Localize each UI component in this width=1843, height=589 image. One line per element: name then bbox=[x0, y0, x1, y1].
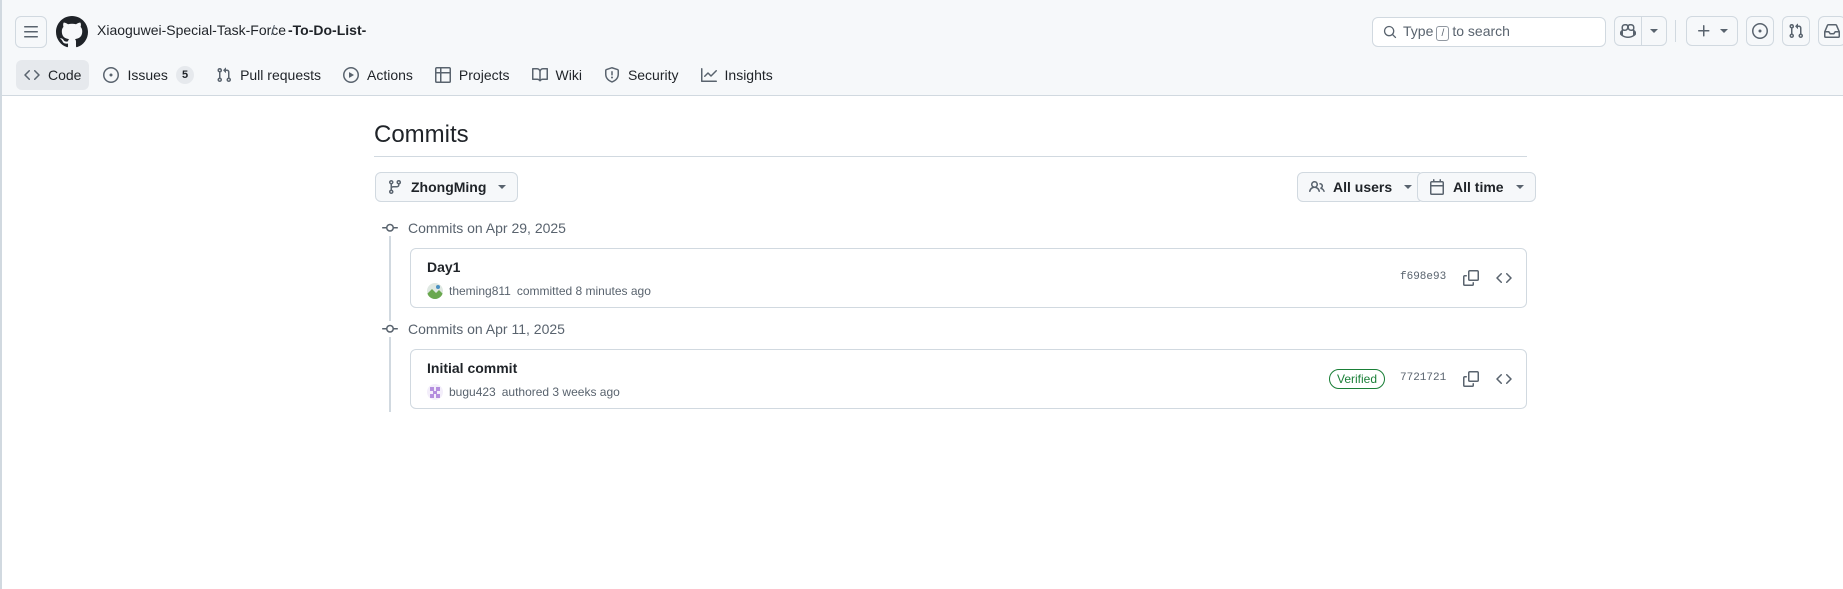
git-pull-request-icon bbox=[217, 67, 232, 83]
breadcrumb-repo[interactable]: -To-Do-List- bbox=[288, 22, 366, 38]
copilot-icon bbox=[1620, 23, 1637, 39]
tab-pull-requests[interactable]: Pull requests bbox=[208, 60, 329, 90]
commit-group-header: Commits on Apr 11, 2025 bbox=[382, 320, 565, 338]
window-edge bbox=[0, 0, 2, 589]
tab-projects[interactable]: Projects bbox=[427, 60, 518, 90]
verified-badge[interactable]: Verified bbox=[1329, 369, 1386, 389]
commit-time: committed 8 minutes ago bbox=[516, 284, 651, 298]
commit-author[interactable]: theming811 bbox=[449, 284, 511, 298]
chevron-down-icon bbox=[1650, 29, 1659, 33]
users-filter-label: All users bbox=[1333, 179, 1393, 195]
calendar-icon bbox=[1430, 179, 1444, 195]
chevron-down-icon bbox=[1720, 29, 1728, 33]
tab-security[interactable]: Security bbox=[596, 60, 687, 90]
copy-sha-button[interactable] bbox=[1457, 264, 1485, 292]
slash-key-hint: / bbox=[1436, 26, 1450, 41]
copilot-dropdown[interactable] bbox=[1642, 29, 1666, 33]
pull-requests-button[interactable] bbox=[1782, 16, 1810, 46]
github-logo-icon[interactable] bbox=[56, 16, 88, 48]
avatar[interactable] bbox=[427, 384, 443, 400]
graph-icon bbox=[700, 68, 717, 82]
search-placeholder: Type / to search bbox=[1403, 23, 1510, 41]
chevron-down-icon bbox=[498, 185, 507, 189]
commit-row: Day1 theming811 committed 8 minutes ago … bbox=[410, 248, 1527, 308]
browse-files-button[interactable] bbox=[1490, 365, 1518, 393]
inbox-button[interactable] bbox=[1818, 16, 1843, 46]
search-icon bbox=[1383, 25, 1397, 39]
issues-button[interactable] bbox=[1746, 16, 1774, 46]
page-title: Commits bbox=[374, 121, 469, 148]
create-new-button[interactable] bbox=[1686, 16, 1738, 46]
issues-count-badge: 5 bbox=[175, 66, 195, 84]
copy-icon bbox=[1463, 270, 1479, 286]
play-icon bbox=[343, 67, 359, 83]
commit-sha-link[interactable]: f698e93 bbox=[1400, 271, 1446, 283]
header-divider bbox=[1675, 20, 1676, 42]
branch-name: ZhongMing bbox=[411, 179, 487, 195]
avatar[interactable] bbox=[427, 283, 443, 299]
breadcrumb-separator: / bbox=[271, 22, 275, 38]
commit-sha-link[interactable]: 7721721 bbox=[1400, 372, 1446, 384]
time-filter-button[interactable]: All time bbox=[1417, 172, 1536, 202]
browse-files-button[interactable] bbox=[1490, 264, 1518, 292]
commit-time: authored 3 weeks ago bbox=[501, 385, 620, 399]
git-pull-request-icon bbox=[1789, 23, 1804, 39]
tab-actions-label: Actions bbox=[367, 67, 413, 83]
tab-issues[interactable]: Issues 5 bbox=[95, 60, 202, 90]
tab-pull-requests-label: Pull requests bbox=[240, 67, 321, 83]
tab-insights[interactable]: Insights bbox=[693, 60, 781, 90]
tab-projects-label: Projects bbox=[458, 67, 510, 83]
tab-code[interactable]: Code bbox=[16, 60, 90, 90]
menu-button[interactable] bbox=[15, 16, 47, 48]
tab-security-label: Security bbox=[627, 67, 679, 83]
git-commit-icon bbox=[382, 220, 398, 236]
commit-title-link[interactable]: Day1 bbox=[427, 259, 460, 275]
copilot-button[interactable] bbox=[1614, 16, 1667, 46]
shield-icon bbox=[604, 67, 619, 83]
commit-author[interactable]: bugu423 bbox=[449, 385, 496, 399]
issue-opened-icon bbox=[103, 67, 120, 83]
copy-icon bbox=[1463, 371, 1479, 387]
tab-actions[interactable]: Actions bbox=[335, 60, 421, 90]
code-icon bbox=[1496, 272, 1512, 284]
tab-wiki-label: Wiki bbox=[555, 67, 582, 83]
copy-sha-button[interactable] bbox=[1457, 365, 1485, 393]
tab-code-label: Code bbox=[48, 67, 82, 83]
table-icon bbox=[434, 67, 451, 83]
chevron-down-icon bbox=[1404, 185, 1413, 189]
git-commit-icon bbox=[382, 321, 398, 337]
commit-meta: theming811 committed 8 minutes ago bbox=[427, 283, 651, 299]
code-icon bbox=[1496, 373, 1512, 385]
commit-group-date: Commits on Apr 29, 2025 bbox=[408, 220, 566, 236]
commit-meta: bugu423 authored 3 weeks ago bbox=[427, 384, 620, 400]
commit-group-date: Commits on Apr 11, 2025 bbox=[408, 321, 565, 337]
global-header: Xiaoguwei-Special-Task-Force / -To-Do-Li… bbox=[0, 0, 1843, 96]
commit-row: Initial commit bugu423 authored 3 weeks … bbox=[410, 349, 1527, 409]
issue-opened-icon bbox=[1752, 23, 1768, 39]
plus-icon bbox=[1698, 25, 1710, 37]
breadcrumb-owner[interactable]: Xiaoguwei-Special-Task-Force bbox=[97, 22, 286, 38]
code-icon bbox=[24, 69, 40, 81]
search-input[interactable]: Type / to search bbox=[1372, 17, 1606, 47]
tab-issues-label: Issues bbox=[127, 67, 168, 83]
title-divider bbox=[374, 156, 1527, 157]
book-icon bbox=[531, 67, 548, 82]
inbox-icon bbox=[1824, 24, 1840, 38]
commit-title-link[interactable]: Initial commit bbox=[427, 360, 517, 376]
git-branch-icon bbox=[388, 180, 401, 195]
people-icon bbox=[1309, 180, 1325, 193]
chevron-down-icon bbox=[1515, 185, 1524, 189]
time-filter-label: All time bbox=[1453, 179, 1504, 195]
hamburger-icon bbox=[24, 26, 38, 38]
commit-group-header: Commits on Apr 29, 2025 bbox=[382, 219, 566, 237]
repo-nav: Code Issues 5 Pull requests Actions Proj… bbox=[16, 60, 781, 90]
users-filter-button[interactable]: All users bbox=[1297, 172, 1425, 202]
branch-selector-button[interactable]: ZhongMing bbox=[375, 172, 519, 202]
tab-insights-label: Insights bbox=[724, 67, 773, 83]
tab-wiki[interactable]: Wiki bbox=[524, 60, 590, 90]
